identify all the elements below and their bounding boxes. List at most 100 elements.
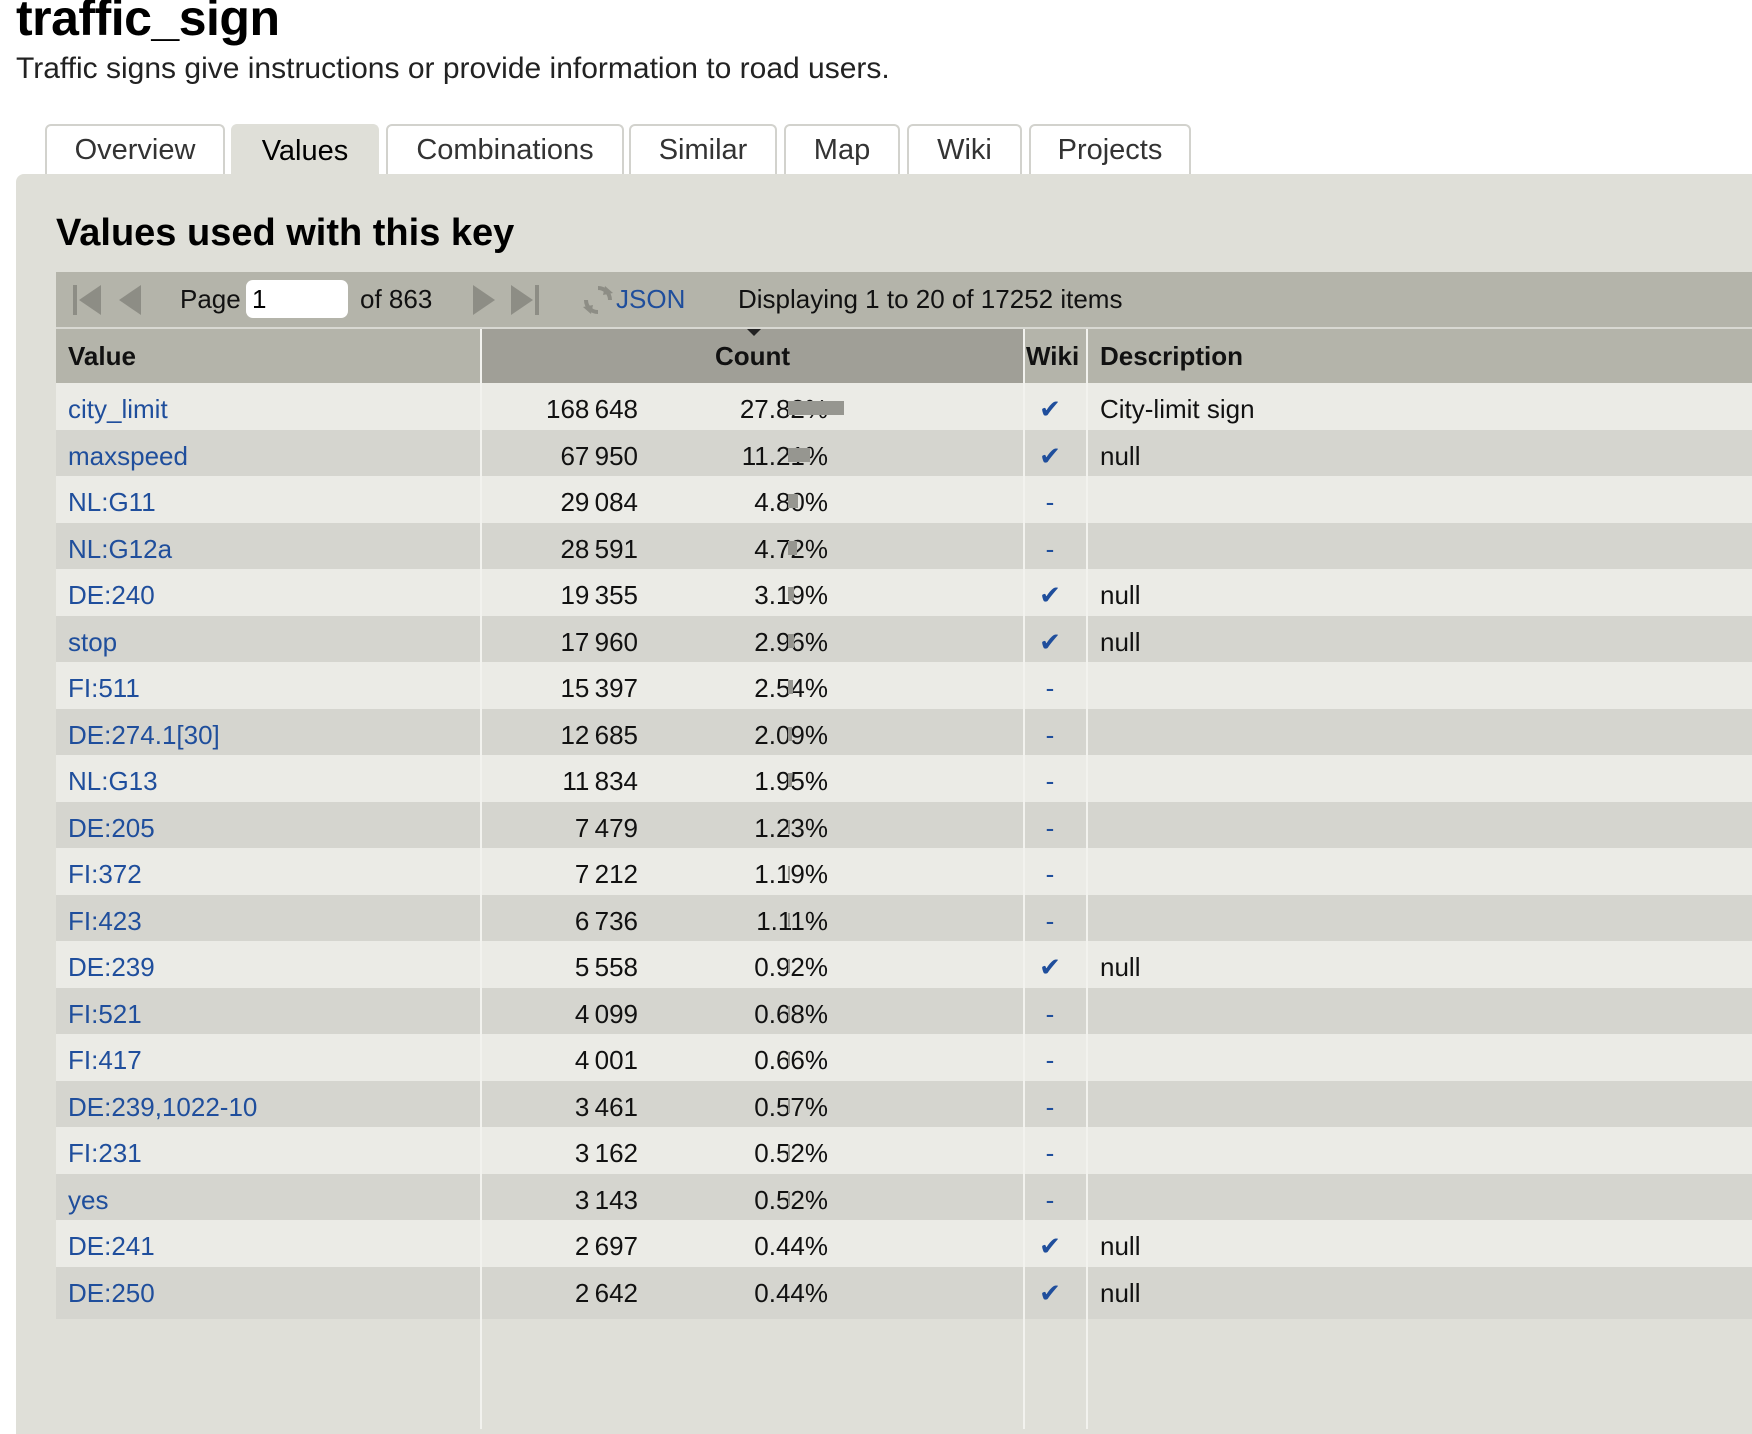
value-link[interactable]: city_limit bbox=[68, 383, 168, 435]
page-number-input[interactable] bbox=[246, 280, 348, 318]
value-link[interactable]: NL:G13 bbox=[68, 755, 158, 807]
count-value: 6 736 bbox=[574, 905, 638, 936]
percent-bar bbox=[788, 912, 790, 927]
wiki-indicator: - bbox=[1045, 1045, 1055, 1075]
wiki-indicator: - bbox=[1045, 998, 1055, 1029]
tab-overview[interactable]: Overview bbox=[45, 124, 225, 174]
wiki-indicator: ✔ bbox=[1039, 440, 1061, 471]
table-row: FI:372 7 212 1.19% - bbox=[56, 848, 1752, 900]
table-row: DE:274.1[30] 12 685 2.09% - bbox=[56, 708, 1752, 761]
percent-value: 4.72% bbox=[678, 523, 828, 575]
previous-page-icon[interactable] bbox=[116, 282, 144, 318]
count-value: 2 642 bbox=[574, 1277, 638, 1308]
wiki-indicator: ✔ bbox=[1039, 952, 1061, 982]
count-value: 7 479 bbox=[574, 812, 638, 843]
tab-combinations[interactable]: Combinations bbox=[386, 124, 624, 174]
sort-desc-icon bbox=[747, 329, 761, 336]
page-title: traffic_sign bbox=[16, 0, 280, 46]
table-row: yes 3 143 0.52% - bbox=[56, 1173, 1752, 1226]
value-link[interactable]: FI:372 bbox=[68, 848, 142, 900]
section-title: Values used with this key bbox=[56, 212, 515, 254]
percent-value: 2.54% bbox=[678, 662, 828, 714]
percent-bar bbox=[788, 633, 794, 648]
value-link[interactable]: NL:G12a bbox=[68, 523, 172, 575]
percent-value: 0.52% bbox=[754, 1184, 828, 1215]
count-value: 168 648 bbox=[546, 394, 638, 424]
refresh-icon[interactable] bbox=[582, 284, 614, 316]
table-row: FI:231 3 162 0.52% - bbox=[56, 1127, 1752, 1179]
percent-value: 2.09% bbox=[678, 709, 828, 761]
wiki-indicator: - bbox=[1045, 812, 1055, 843]
percent-value: 4.80% bbox=[678, 476, 828, 528]
count-value: 7 212 bbox=[574, 859, 638, 889]
value-link[interactable]: DE:239,1022-10 bbox=[68, 1081, 257, 1133]
tab-projects[interactable]: Projects bbox=[1029, 124, 1191, 174]
percent-bar bbox=[788, 401, 844, 415]
column-header-value[interactable]: Value bbox=[68, 329, 468, 383]
json-link[interactable]: JSON bbox=[616, 272, 685, 327]
value-link[interactable]: DE:205 bbox=[68, 802, 155, 854]
count-value: 15 397 bbox=[560, 673, 638, 703]
value-link[interactable]: FI:417 bbox=[68, 1034, 142, 1086]
value-link[interactable]: stop bbox=[68, 616, 117, 668]
percent-bar bbox=[788, 726, 792, 741]
percent-value: 0.44% bbox=[754, 1277, 828, 1308]
column-header-description[interactable]: Description bbox=[1100, 329, 1700, 383]
description-text: null bbox=[1100, 580, 1141, 610]
count-value: 3 143 bbox=[574, 1184, 638, 1215]
table-row: DE:240 19 355 3.19% ✔ null bbox=[56, 569, 1752, 621]
count-value: 67 950 bbox=[560, 440, 638, 471]
count-value: 29 084 bbox=[560, 487, 638, 517]
wiki-indicator: ✔ bbox=[1039, 394, 1061, 424]
tab-values[interactable]: Values bbox=[231, 124, 379, 176]
column-header-wiki[interactable]: Wiki bbox=[1026, 329, 1092, 383]
value-link[interactable]: maxspeed bbox=[68, 430, 188, 482]
column-header-count-label: Count bbox=[714, 341, 791, 371]
column-header-count[interactable]: Count bbox=[482, 329, 1023, 383]
last-page-icon[interactable] bbox=[508, 282, 542, 318]
value-link[interactable]: DE:240 bbox=[68, 569, 155, 621]
percent-value: 0.44% bbox=[754, 1231, 828, 1261]
value-link[interactable]: FI:511 bbox=[68, 662, 140, 714]
value-link[interactable]: FI:231 bbox=[68, 1127, 142, 1179]
count-value: 11 834 bbox=[562, 766, 638, 796]
pager-toolbar: Page of 863 JSON Displaying 1 to 20 of 1… bbox=[56, 272, 1752, 329]
next-page-icon[interactable] bbox=[470, 282, 498, 318]
table-row: DE:205 7 479 1.23% - bbox=[56, 801, 1752, 854]
value-link[interactable]: yes bbox=[68, 1174, 108, 1226]
percent-value: 0.52% bbox=[754, 1138, 828, 1168]
count-value: 12 685 bbox=[560, 719, 638, 750]
table-header: Value Count Wiki Description bbox=[56, 329, 1752, 383]
wiki-indicator: ✔ bbox=[1039, 1231, 1061, 1261]
wiki-indicator: - bbox=[1045, 1138, 1055, 1168]
count-value: 3 461 bbox=[574, 1091, 638, 1122]
wiki-indicator: - bbox=[1045, 673, 1055, 703]
percent-bar bbox=[788, 1145, 790, 1159]
tab-wiki[interactable]: Wiki bbox=[907, 124, 1022, 174]
value-link[interactable]: NL:G11 bbox=[68, 476, 156, 528]
percent-bar bbox=[788, 959, 790, 973]
value-link[interactable]: DE:274.1[30] bbox=[68, 709, 220, 761]
value-link[interactable]: DE:250 bbox=[68, 1267, 155, 1319]
percent-bar bbox=[788, 819, 790, 834]
first-page-icon[interactable] bbox=[70, 282, 104, 318]
percent-value: 0.92% bbox=[754, 952, 828, 982]
value-link[interactable]: FI:521 bbox=[68, 988, 142, 1040]
value-link[interactable]: FI:423 bbox=[68, 895, 142, 947]
wiki-indicator: ✔ bbox=[1039, 1277, 1061, 1308]
value-link[interactable]: DE:239 bbox=[68, 941, 155, 993]
tab-map[interactable]: Map bbox=[784, 124, 900, 174]
wiki-indicator: - bbox=[1045, 533, 1055, 564]
column-divider bbox=[480, 329, 482, 1429]
percent-bar bbox=[788, 540, 797, 555]
percent-value: 1.19% bbox=[754, 859, 828, 889]
percent-value: 1.23% bbox=[754, 812, 828, 843]
value-link[interactable]: DE:241 bbox=[68, 1220, 155, 1272]
table-row: FI:521 4 099 0.68% - bbox=[56, 987, 1752, 1040]
wiki-indicator: - bbox=[1045, 905, 1055, 936]
description-text: City-limit sign bbox=[1100, 394, 1255, 424]
percent-value: 2.96% bbox=[678, 616, 828, 668]
tab-similar[interactable]: Similar bbox=[629, 124, 777, 174]
wiki-indicator: - bbox=[1045, 766, 1055, 796]
wiki-indicator: ✔ bbox=[1039, 626, 1061, 657]
